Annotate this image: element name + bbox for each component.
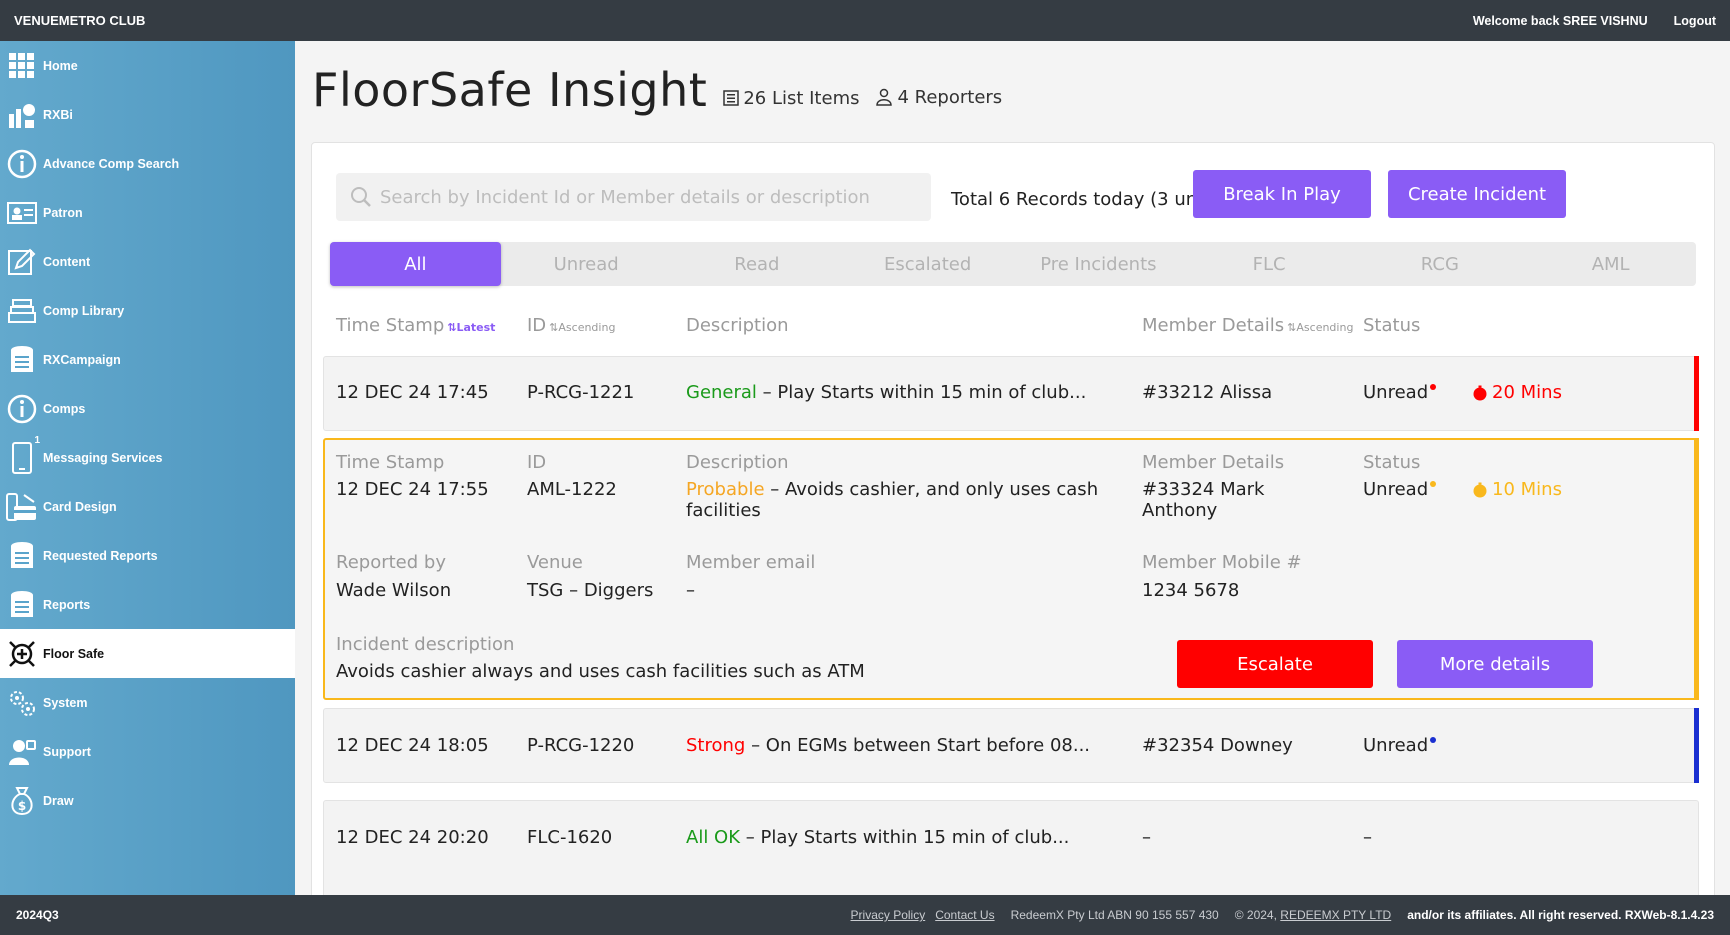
floor-safe-icon [6, 638, 38, 670]
tab-pre-incidents[interactable]: Pre Incidents [1013, 242, 1184, 286]
sidebar-item-rxbi[interactable]: RXBi [0, 90, 295, 139]
card-design-icon [6, 491, 38, 523]
sidebar-item-support[interactable]: Support [0, 727, 295, 776]
mobile-icon: 1 [6, 435, 40, 474]
grid-icon [6, 50, 38, 82]
version-label: 2024Q3 [16, 908, 59, 922]
header-timestamp[interactable]: Time Stamp ⇅Latest [336, 315, 495, 336]
user-icon [876, 88, 893, 106]
money-bag-icon: $ [6, 785, 38, 817]
escalate-button[interactable]: Escalate [1177, 640, 1373, 688]
sidebar-item-reports[interactable]: Reports [0, 580, 295, 629]
tab-rcg[interactable]: RCG [1355, 242, 1526, 286]
info-icon [6, 393, 38, 425]
search-icon [351, 187, 371, 207]
sidebar-item-draw[interactable]: $ Draw [0, 776, 295, 825]
stopwatch-icon [1473, 482, 1487, 497]
break-in-play-button[interactable]: Break In Play [1193, 170, 1371, 218]
table-row[interactable]: 12 DEC 24 18:05 P-RCG-1220 Strong – On E… [323, 708, 1699, 783]
table-row[interactable]: 12 DEC 24 20:20 FLC-1620 All OK – Play S… [323, 800, 1699, 895]
header-id[interactable]: ID ⇅Ascending [527, 315, 615, 336]
page-header: FloorSafe Insight 26 List Items 4 Report… [312, 63, 1002, 117]
header-member[interactable]: Member Details ⇅Ascending [1142, 315, 1353, 336]
sort-member[interactable]: ⇅Ascending [1287, 321, 1353, 334]
sidebar-item-card-design[interactable]: Card Design [0, 482, 295, 531]
main-content: FloorSafe Insight 26 List Items 4 Report… [295, 41, 1730, 895]
tab-aml[interactable]: AML [1525, 242, 1696, 286]
reporters-count: 4 Reporters [875, 87, 1002, 108]
library-icon [6, 295, 38, 327]
header-description: Description [686, 315, 789, 336]
stopwatch-icon [1473, 385, 1487, 400]
tab-flc[interactable]: FLC [1184, 242, 1355, 286]
edit-icon [6, 246, 38, 278]
page-title: FloorSafe Insight [312, 63, 708, 117]
support-icon [6, 736, 38, 768]
create-incident-button[interactable]: Create Incident [1388, 170, 1566, 218]
sidebar-item-patron[interactable]: Patron [0, 188, 295, 237]
svg-text:$: $ [18, 799, 26, 813]
contact-us-link[interactable]: Contact Us [935, 908, 994, 922]
logout-link[interactable]: Logout [1674, 14, 1716, 28]
sidebar: Home RXBi Advance Comp Search Patron Con… [0, 41, 295, 895]
company-link[interactable]: REDEEMX PTY LTD [1280, 908, 1391, 922]
copyright: © 2024, REDEEMX PTY LTD [1234, 908, 1392, 922]
timer: 20 Mins [1472, 382, 1562, 403]
sidebar-item-requested-reports[interactable]: Requested Reports [0, 531, 295, 580]
tab-escalated[interactable]: Escalated [842, 242, 1013, 286]
sidebar-item-rxcampaign[interactable]: RXCampaign [0, 335, 295, 384]
incident-panel: Total 6 Records today (3 unread) Break I… [311, 142, 1715, 895]
rights-text: and/or its affiliates. All right reserve… [1407, 908, 1714, 922]
table-header: Time Stamp ⇅Latest ID ⇅Ascending Descripti… [336, 315, 1696, 339]
footer: 2024Q3 Privacy Policy Contact Us RedeemX… [0, 895, 1730, 935]
sidebar-item-floor-safe[interactable]: Floor Safe [0, 629, 295, 678]
row-status-bar [1694, 708, 1699, 783]
tab-read[interactable]: Read [672, 242, 843, 286]
more-details-button[interactable]: More details [1397, 640, 1593, 688]
database-icon [6, 344, 38, 376]
sidebar-item-comp-library[interactable]: Comp Library [0, 286, 295, 335]
search-box[interactable] [336, 173, 931, 221]
search-input[interactable] [380, 186, 920, 208]
sidebar-item-comps[interactable]: Comps [0, 384, 295, 433]
company-info: RedeemX Pty Ltd ABN 90 155 557 430 [1010, 908, 1219, 922]
table-row-expanded[interactable]: Time Stamp 12 DEC 24 17:55 ID AML-1222 D… [323, 438, 1699, 700]
list-icon [723, 90, 740, 106]
tab-all[interactable]: All [330, 242, 501, 286]
sidebar-item-content[interactable]: Content [0, 237, 295, 286]
sidebar-item-messaging-services[interactable]: 1 Messaging Services [0, 433, 295, 482]
top-bar: VENUEMETRO CLUB Welcome back SREE VISHNU… [0, 0, 1730, 41]
sidebar-item-system[interactable]: System [0, 678, 295, 727]
messaging-badge: 1 [34, 434, 40, 446]
database-icon [6, 589, 38, 621]
timer: 10 Mins [1472, 479, 1562, 500]
gears-icon [6, 687, 38, 719]
filter-tabs: All Unread Read Escalated Pre Incidents … [330, 242, 1696, 286]
privacy-policy-link[interactable]: Privacy Policy [851, 908, 926, 922]
sidebar-item-home[interactable]: Home [0, 41, 295, 90]
sort-timestamp[interactable]: ⇅Latest [447, 321, 495, 334]
sort-id[interactable]: ⇅Ascending [549, 321, 615, 334]
info-icon [6, 148, 38, 180]
table-row[interactable]: 12 DEC 24 17:45 P-RCG-1221 General – Pla… [323, 356, 1699, 431]
row-status-bar [1694, 438, 1699, 700]
database-icon [6, 540, 38, 572]
list-items-count: 26 List Items [723, 88, 859, 109]
app-title: VENUEMETRO CLUB [14, 13, 146, 28]
tab-unread[interactable]: Unread [501, 242, 672, 286]
sidebar-item-advance-comp-search[interactable]: Advance Comp Search [0, 139, 295, 188]
analytics-icon [6, 99, 38, 131]
header-status: Status [1363, 315, 1421, 336]
id-card-icon [6, 197, 38, 229]
row-status-bar [1694, 356, 1699, 431]
welcome-text: Welcome back SREE VISHNU [1472, 13, 1648, 28]
